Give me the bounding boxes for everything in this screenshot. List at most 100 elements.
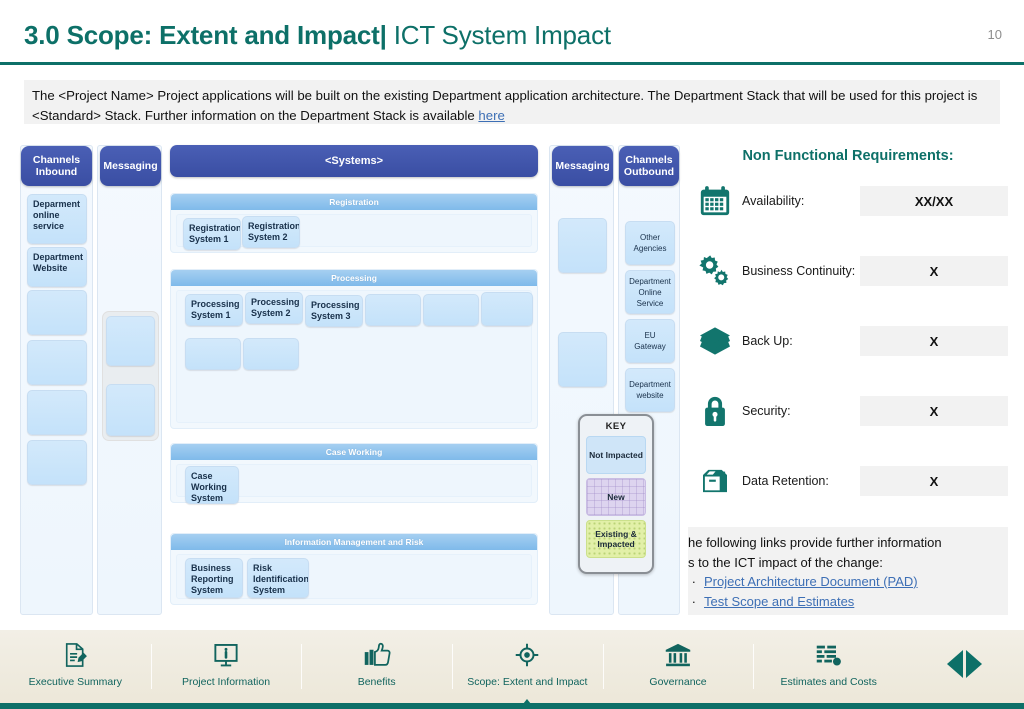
nfr-label-security: Security: [742, 403, 791, 418]
nfr-row-security: Security: X [688, 388, 1008, 434]
nav-label-scope-extent-and-impact: Scope: Extent and Impact [467, 675, 588, 688]
nav-item-scope-extent-and-impact[interactable]: Scope: Extent and Impact [452, 630, 603, 709]
node-other-agencies[interactable]: Other Agencies [625, 221, 675, 265]
department-stack-link[interactable]: here [478, 108, 504, 123]
links-list: Project Architecture Document (PAD) Test… [688, 569, 998, 612]
list-item: Test Scope and Estimates [688, 589, 998, 612]
node-processing-empty-5[interactable] [243, 338, 299, 370]
nfr-row-business-continuity: Business Continuity: X [688, 248, 1008, 294]
key-item-existing-impacted: Existing & Impacted [586, 520, 646, 558]
page-title: 3.0 Scope: Extent and Impact| ICT System… [24, 20, 611, 51]
group-information-management-and-risk: Information Management and Risk Business… [170, 533, 538, 605]
group-registration: Registration Registration System 1 Regis… [170, 193, 538, 253]
nav-item-governance[interactable]: Governance [602, 630, 754, 709]
nfr-value-security[interactable]: X [860, 396, 1008, 426]
node-processing-system-3[interactable]: Processing System 3 [305, 295, 363, 327]
page-title-strong: 3.0 Scope: Extent and Impact [24, 20, 380, 50]
node-processing-system-2[interactable]: Processing System 2 [245, 292, 303, 324]
lock-icon [688, 394, 742, 428]
node-eu-gateway[interactable]: EU Gateway [625, 319, 675, 363]
page-title-separator: | [379, 20, 387, 50]
archive-box-icon [688, 465, 742, 497]
column-messaging-inbound: Messaging [97, 145, 162, 615]
node-registration-system-1[interactable]: Registration System 1 [183, 218, 241, 250]
nav-item-estimates-and-costs[interactable]: Estimates and Costs [753, 630, 904, 709]
group-processing: Processing Processing System 1 Processin… [170, 269, 538, 429]
systems-area: <Systems> Registration Registration Syst… [170, 145, 538, 615]
nav-label-benefits: Benefits [357, 675, 396, 688]
group-case-working: Case Working Case Working System [170, 443, 538, 504]
link-test-scope-and-estimates[interactable]: Test Scope and Estimates [704, 594, 854, 609]
non-functional-requirements-panel: Non Functional Requirements: Availabilit… [688, 148, 1008, 528]
target-icon [514, 642, 540, 671]
node-processing-empty-4[interactable] [185, 338, 241, 370]
nav-item-project-information[interactable]: Project Information [150, 630, 302, 709]
node-department-website-outbound[interactable]: Department website [625, 368, 675, 412]
layers-icon [688, 326, 742, 356]
nfr-row-back-up: Back Up: X [688, 318, 1008, 364]
node-registration-system-2[interactable]: Registration System 2 [242, 216, 300, 248]
systems-header: <Systems> [170, 145, 538, 177]
slide-header: 3.0 Scope: Extent and Impact| ICT System… [0, 0, 1024, 66]
list-item: Project Architecture Document (PAD) [688, 569, 998, 592]
intro-paragraph: The <Project Name> Project applications … [24, 80, 1000, 124]
column-channels-inbound-header: Channels Inbound [21, 146, 92, 186]
node-business-reporting-system[interactable]: Business Reporting System [185, 558, 243, 598]
column-messaging-outbound-header: Messaging [552, 146, 613, 186]
previous-slide-arrow-icon[interactable] [946, 649, 963, 678]
node-department-website[interactable]: Department Website [27, 247, 87, 287]
node-inbound-empty-1[interactable] [27, 290, 87, 335]
nfr-value-data-retention[interactable]: X [860, 466, 1008, 496]
links-panel-line-2: s to the ICT impact of the change: [688, 554, 883, 570]
node-messaging-inbound-1[interactable] [106, 316, 155, 366]
nfr-label-back-up: Back Up: [742, 333, 793, 348]
node-messaging-inbound-2[interactable] [106, 384, 155, 436]
further-information-links-panel: he following links provide further infor… [688, 527, 1008, 615]
active-slide-marker [519, 699, 536, 709]
diagram-key-legend: KEY Not Impacted New Existing & Impacted [578, 414, 654, 574]
bar-chart-icon [815, 642, 843, 671]
node-department-online-service[interactable]: Deparment online service [27, 194, 87, 244]
node-risk-identification-system[interactable]: Risk Identification System [247, 558, 309, 598]
links-panel-line-1: he following links provide further infor… [688, 535, 942, 550]
nav-label-executive-summary: Executive Summary [28, 675, 123, 688]
group-case-working-header: Case Working [171, 444, 537, 460]
nav-label-project-information: Project Information [181, 675, 271, 688]
node-processing-empty-3[interactable] [481, 292, 533, 326]
nfr-label-data-retention: Data Retention: [742, 473, 829, 488]
nfr-label-business-continuity: Business Continuity: [742, 263, 856, 278]
node-inbound-empty-3[interactable] [27, 390, 87, 435]
nfr-row-data-retention: Data Retention: X [688, 458, 1008, 504]
key-title: KEY [605, 421, 627, 432]
node-processing-empty-1[interactable] [365, 294, 421, 326]
group-information-management-and-risk-header: Information Management and Risk [171, 534, 537, 550]
nfr-value-back-up[interactable]: X [860, 326, 1008, 356]
key-item-not-impacted: Not Impacted [586, 436, 646, 474]
node-messaging-outbound-1[interactable] [558, 218, 607, 273]
node-messaging-outbound-2[interactable] [558, 332, 607, 387]
monitor-info-icon [213, 642, 239, 671]
nav-item-executive-summary[interactable]: Executive Summary [0, 630, 151, 709]
next-slide-arrow-icon[interactable] [965, 649, 982, 678]
node-processing-empty-2[interactable] [423, 294, 479, 326]
nfr-value-business-continuity[interactable]: X [860, 256, 1008, 286]
nfr-label-availability: Availability: [742, 193, 805, 208]
document-edit-icon [63, 642, 88, 671]
link-project-architecture-document[interactable]: Project Architecture Document (PAD) [704, 574, 918, 589]
column-channels-outbound-header: Channels Outbound [619, 146, 679, 186]
node-case-working-system[interactable]: Case Working System [185, 466, 239, 504]
nfr-value-availability[interactable]: XX/XX [860, 186, 1008, 216]
nav-label-governance: Governance [649, 675, 707, 688]
slide: 3.0 Scope: Extent and Impact| ICT System… [0, 0, 1024, 709]
group-processing-header: Processing [171, 270, 537, 286]
key-item-new: New [586, 478, 646, 516]
page-title-light: ICT System Impact [393, 20, 611, 50]
header-divider [0, 62, 1024, 65]
nav-item-benefits[interactable]: Benefits [301, 630, 452, 709]
gears-icon [688, 254, 742, 288]
group-registration-header: Registration [171, 194, 537, 210]
node-department-online-service-outbound[interactable]: Department Online Service [625, 270, 675, 314]
node-inbound-empty-2[interactable] [27, 340, 87, 385]
node-processing-system-1[interactable]: Processing System 1 [185, 294, 243, 326]
node-inbound-empty-4[interactable] [27, 440, 87, 485]
